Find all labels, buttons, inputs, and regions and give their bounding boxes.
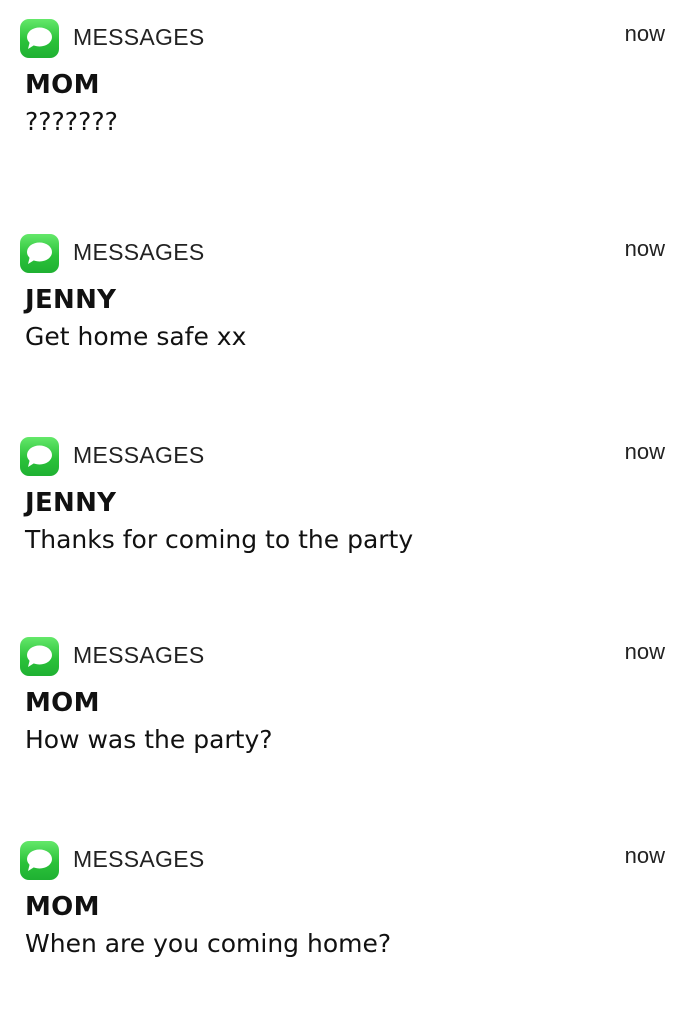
- timestamp: now: [624, 439, 665, 464]
- notification-card[interactable]: MESSAGES now MOM ???????: [0, 19, 695, 189]
- messages-app-icon: [20, 19, 59, 58]
- notification-card[interactable]: MESSAGES now MOM When are you coming hom…: [0, 841, 695, 1011]
- messages-app-icon: [20, 437, 59, 476]
- timestamp: now: [624, 21, 665, 46]
- app-name: MESSAGES: [73, 642, 205, 668]
- messages-app-icon: [20, 234, 59, 273]
- sender-name: MOM: [25, 892, 100, 922]
- timestamp: now: [624, 843, 665, 868]
- messages-app-icon: [20, 841, 59, 880]
- message-text: Get home safe xx: [25, 322, 247, 351]
- message-text: ???????: [25, 107, 118, 136]
- timestamp: now: [624, 639, 665, 664]
- sender-name: JENNY: [25, 285, 117, 315]
- notification-card[interactable]: MESSAGES now JENNY Get home safe xx: [0, 234, 695, 404]
- app-name: MESSAGES: [73, 846, 205, 872]
- message-text: Thanks for coming to the party: [25, 525, 414, 554]
- app-name: MESSAGES: [73, 239, 205, 265]
- timestamp: now: [624, 236, 665, 261]
- messages-app-icon: [20, 637, 59, 676]
- sender-name: JENNY: [25, 488, 117, 518]
- notification-card[interactable]: MESSAGES now MOM How was the party?: [0, 637, 695, 807]
- app-name: MESSAGES: [73, 442, 205, 468]
- notification-card[interactable]: MESSAGES now JENNY Thanks for coming to …: [0, 437, 695, 607]
- message-text: How was the party?: [25, 725, 273, 754]
- sender-name: MOM: [25, 70, 100, 100]
- app-name: MESSAGES: [73, 24, 205, 50]
- sender-name: MOM: [25, 688, 100, 718]
- message-text: When are you coming home?: [25, 929, 392, 958]
